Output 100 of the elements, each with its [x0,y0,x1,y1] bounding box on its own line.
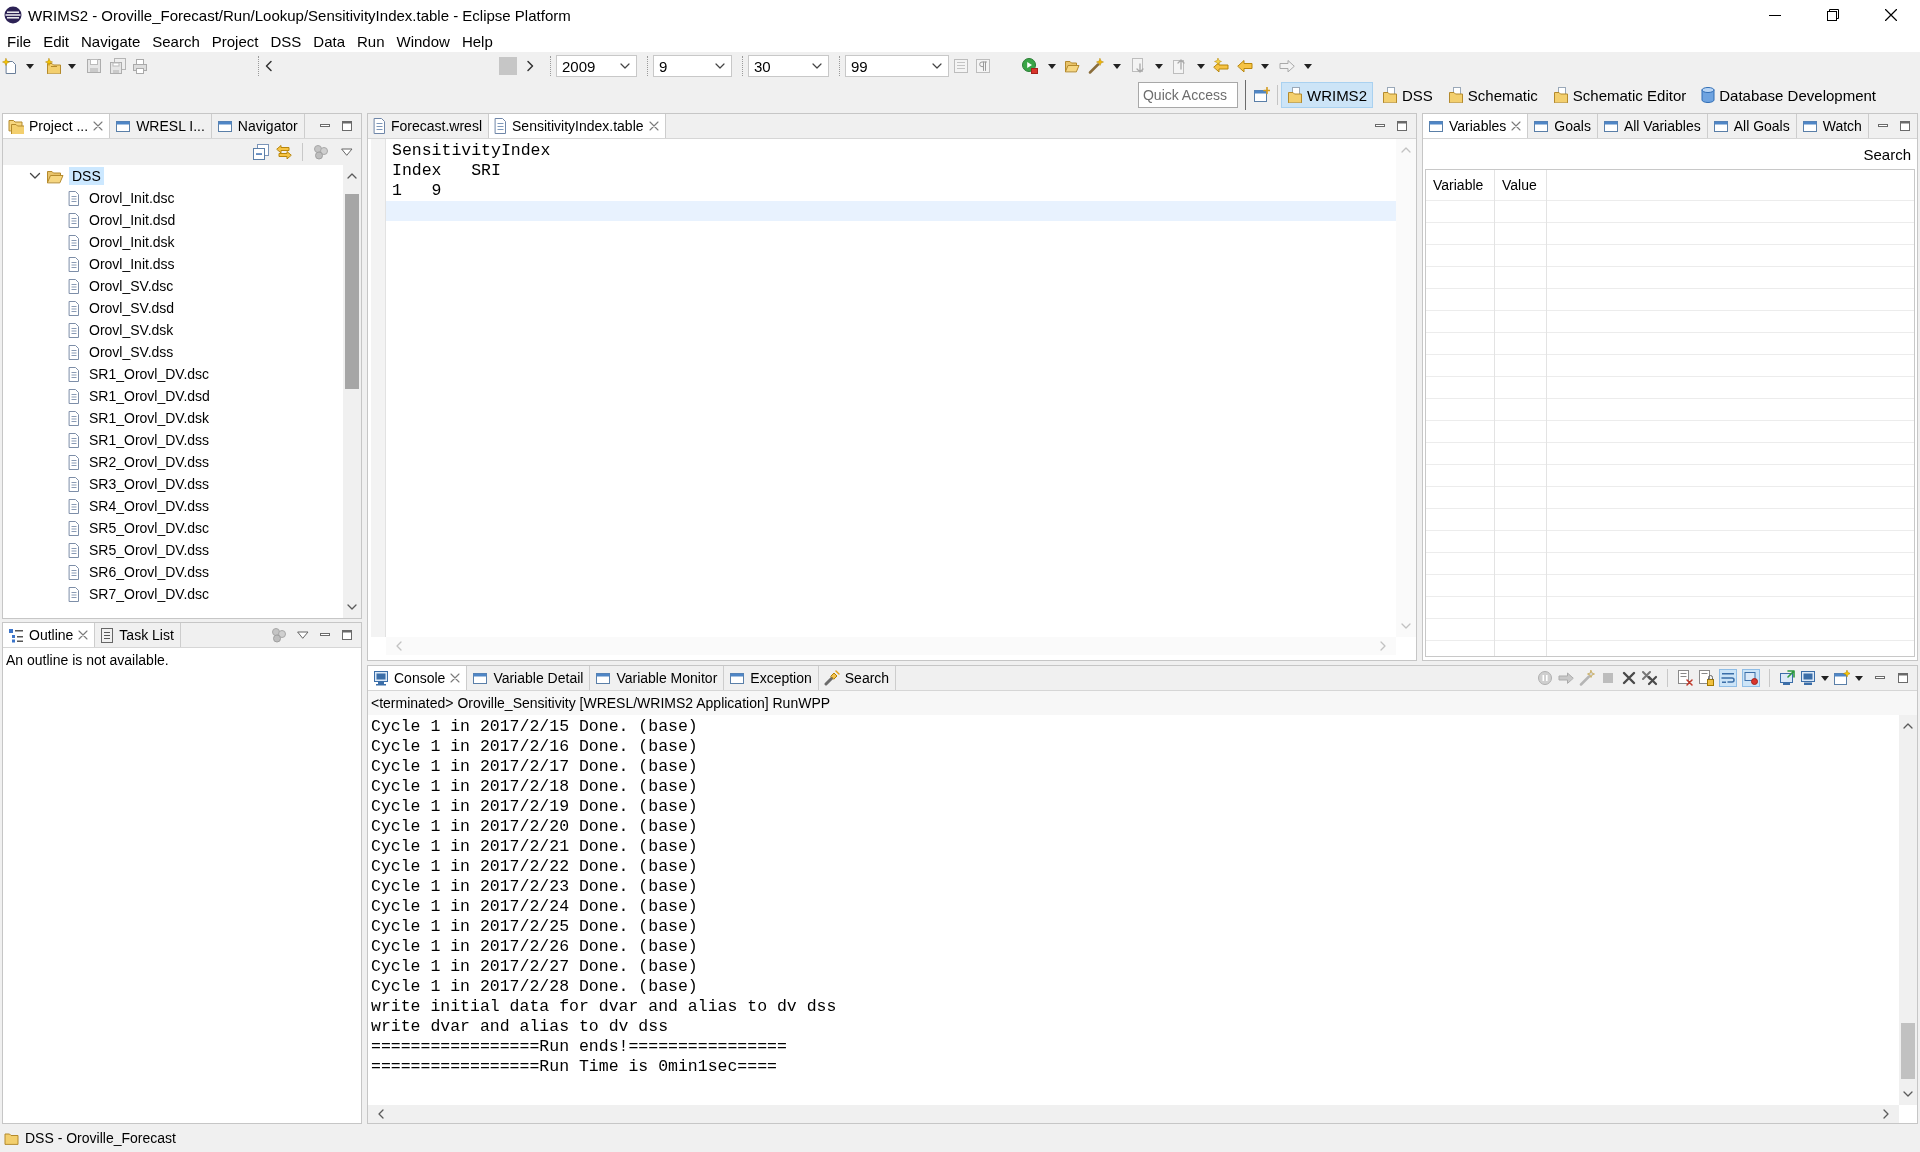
tree-item[interactable]: Orovl_Init.dsc [86,189,178,207]
tree-item[interactable]: Orovl_Init.dss [86,255,178,273]
maximize-icon[interactable] [1898,120,1911,132]
tree-item[interactable]: SR1_Orovl_DV.dss [86,431,213,449]
chevron-left-icon[interactable] [265,60,273,72]
view-tab[interactable]: Variable Detail [467,666,591,690]
collapse-all-icon[interactable] [253,144,269,160]
perspective-button[interactable]: Schematic [1441,82,1544,108]
editor-tab[interactable]: SensitivityIndex.table [489,114,666,138]
perspective-button[interactable]: DSS [1375,82,1439,108]
chevron-up-icon[interactable] [1903,723,1913,729]
tree-item[interactable]: Orovl_SV.dss [86,343,177,361]
tree-item[interactable]: SR3_Orovl_DV.dss [86,475,213,493]
tree-item[interactable]: Orovl_SV.dsd [86,299,178,317]
caret-icon[interactable] [1855,675,1863,681]
menu-item[interactable]: Help [455,32,499,50]
view-tab[interactable]: Watch [1796,114,1869,138]
open-perspective-icon[interactable] [1253,87,1270,103]
remove-all-icon[interactable] [1642,670,1658,686]
view-tab[interactable]: All Variables [1597,114,1708,138]
menu-item[interactable]: Navigate [75,32,147,50]
caret-icon[interactable] [1155,63,1163,69]
caret-icon[interactable] [1261,63,1269,69]
perspective-button[interactable]: Database Development [1695,82,1882,108]
back-arrow-icon[interactable] [1237,58,1253,74]
chevron-up-icon[interactable] [347,173,357,179]
maximize-icon[interactable] [341,120,353,132]
view-tab[interactable]: Variable Monitor [590,666,725,690]
new-window-icon[interactable] [1834,670,1850,686]
maximize-icon[interactable] [1396,120,1408,132]
view-tab[interactable]: All Goals [1707,114,1797,138]
maximize-icon[interactable] [1897,672,1909,684]
view-tab[interactable]: Outline [3,623,96,647]
menu-item[interactable]: Data [307,32,351,50]
combo-box[interactable]: 99 [845,55,949,77]
tree-item[interactable]: SR2_Orovl_DV.dss [86,453,213,471]
view-tab[interactable]: Project ... [3,114,111,138]
restore-icon[interactable] [1827,9,1839,21]
run-icon[interactable] [1022,58,1038,74]
view-tab[interactable]: Search [818,666,897,690]
caret-icon[interactable] [1048,63,1056,69]
tree-item[interactable]: SR5_Orovl_DV.dsc [86,519,213,537]
quick-access-field[interactable]: Quick Access [1137,82,1238,108]
menu-item[interactable]: Run [351,32,391,50]
tree-item[interactable]: SR5_Orovl_DV.dss [86,541,213,559]
perspective-button[interactable]: Schematic Editor [1546,82,1693,108]
column-header[interactable]: Value [1495,170,1547,200]
menu-item[interactable]: File [1,32,38,50]
chevron-down-icon[interactable] [29,172,41,180]
new-file-icon[interactable] [2,58,18,74]
close-icon[interactable] [1885,9,1897,21]
scrollbar-thumb[interactable] [1901,1023,1915,1079]
clear-console-icon[interactable] [1677,670,1693,686]
column-header[interactable]: Variable [1426,170,1495,200]
menu-item[interactable]: Edit [37,32,76,50]
menu-item[interactable]: DSS [264,32,308,50]
remove-icon[interactable] [1621,670,1637,686]
tree-item[interactable]: SR1_Orovl_DV.dsk [86,409,213,427]
open-folder-icon[interactable] [1064,58,1080,74]
tree-item[interactable]: Orovl_SV.dsc [86,277,177,295]
view-tab[interactable]: Goals [1528,114,1598,138]
menu-triangle-icon[interactable] [341,148,353,156]
tree-item[interactable]: SR6_Orovl_DV.dss [86,563,213,581]
view-tab[interactable]: Variables [1423,114,1529,138]
pin-console-icon[interactable] [1742,669,1760,687]
combo-box[interactable]: 30 [748,55,829,77]
chevron-down-icon[interactable] [1903,1091,1913,1097]
scrollbar[interactable] [368,1105,1899,1123]
view-tab[interactable]: Navigator [211,114,305,138]
word-wrap-icon[interactable] [1719,669,1737,687]
caret-icon[interactable] [68,63,76,69]
monitor-icon[interactable] [1800,670,1816,686]
tree-item[interactable]: SR1_Orovl_DV.dsd [86,387,213,405]
tree-item[interactable]: Orovl_Init.dsk [86,233,178,251]
menu-item[interactable]: Window [390,32,456,50]
tree-item[interactable]: SR7_Orovl_DV.dsc [86,585,213,603]
chevron-right-icon[interactable] [1883,1109,1889,1119]
new-folder-icon[interactable] [45,58,61,74]
view-tab[interactable]: Exception [724,666,819,690]
tree-item[interactable]: Orovl_Init.dsd [86,211,179,229]
caret-icon[interactable] [1304,63,1312,69]
combo-box[interactable]: 9 [653,55,732,77]
menu-triangle-icon[interactable] [297,631,309,639]
scrollbar[interactable] [343,165,361,618]
caret-icon[interactable] [1197,63,1205,69]
tree-item[interactable]: DSS [69,167,104,185]
caret-icon[interactable] [1113,63,1121,69]
menu-item[interactable]: Project [205,32,265,50]
chevron-down-icon[interactable] [347,604,357,610]
view-tab[interactable]: Console [368,666,468,690]
maximize-icon[interactable] [341,629,353,641]
caret-icon[interactable] [26,63,34,69]
view-tab[interactable]: WRESL I... [110,114,212,138]
caret-icon[interactable] [1821,675,1829,681]
view-tab[interactable]: Task List [95,623,181,647]
chevron-left-icon[interactable] [378,1109,384,1119]
wand-icon[interactable] [1088,58,1104,74]
scrollbar-thumb[interactable] [345,194,359,389]
scrollbar[interactable] [1899,715,1917,1105]
chevron-right-icon[interactable] [526,60,534,72]
